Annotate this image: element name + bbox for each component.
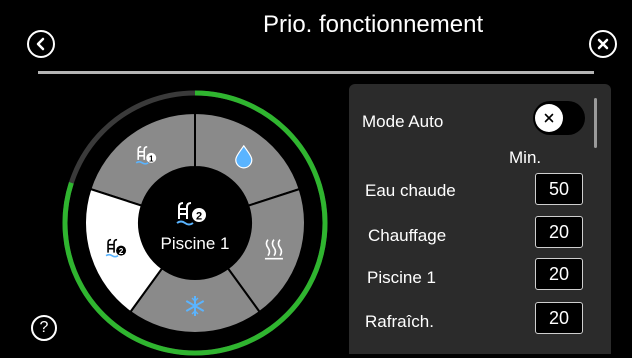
dial-center xyxy=(139,167,251,279)
pool-1-min-input[interactable]: 20 xyxy=(535,258,583,290)
row-label-heating: Chauffage xyxy=(368,226,447,245)
svg-text:1: 1 xyxy=(149,154,154,163)
hot-water-min-input[interactable]: 50 xyxy=(535,173,583,205)
close-button[interactable] xyxy=(589,30,617,58)
svg-text:2: 2 xyxy=(196,211,202,223)
heating-min-input[interactable]: 20 xyxy=(535,216,583,248)
mode-auto-label: Mode Auto xyxy=(362,112,444,131)
page-title: Prio. fonctionnement xyxy=(263,11,484,38)
svg-text:2: 2 xyxy=(119,247,124,256)
priority-dial[interactable]: 1 2 2 xyxy=(60,88,330,358)
close-icon xyxy=(544,113,554,123)
help-button[interactable]: ? xyxy=(31,315,57,341)
scrollbar-thumb[interactable] xyxy=(594,98,597,148)
back-button[interactable] xyxy=(27,30,55,58)
min-column-header: Min. xyxy=(509,148,542,167)
row-label-pool-1: Piscine 1 xyxy=(367,268,436,287)
chevron-left-circle-icon xyxy=(36,37,45,51)
dial-center-label: Piscine 1 xyxy=(160,234,230,253)
row-label-hot-water: Eau chaude xyxy=(365,181,456,200)
cooling-min-input[interactable]: 20 xyxy=(535,302,583,334)
header-divider xyxy=(38,71,594,74)
help-icon: ? xyxy=(39,319,49,336)
row-label-cooling: Rafraîch. xyxy=(365,312,434,331)
close-circle-icon xyxy=(597,38,609,50)
mode-auto-toggle[interactable] xyxy=(533,101,585,135)
toggle-knob xyxy=(535,104,563,132)
